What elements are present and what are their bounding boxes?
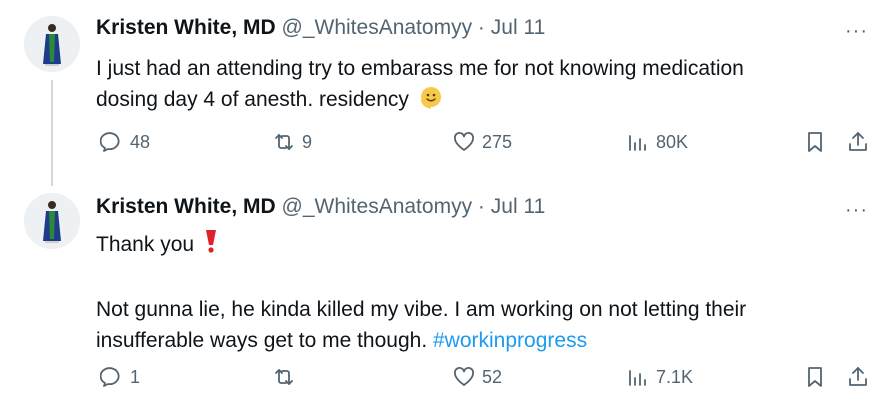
views-button[interactable]: 7.1K: [626, 365, 693, 389]
share-button[interactable]: [846, 365, 870, 389]
share-icon: [849, 132, 867, 151]
tweet-text-line: I just had an attending try to embarass …: [96, 57, 744, 80]
heart-icon: [454, 367, 474, 386]
tweet-date[interactable]: Jul 11: [491, 16, 545, 39]
tweet-text-line-with-hashtag: insufferable ways get to me though. #wor…: [96, 325, 746, 356]
like-count: 52: [482, 366, 503, 387]
share-icon: [849, 367, 867, 386]
tweet-text-line: dosing day 4 of anesth. residency: [96, 88, 409, 111]
author-name[interactable]: Kristen White, MD: [96, 195, 276, 218]
author-handle[interactable]: @_WhitesAnatomyy: [282, 195, 473, 218]
tweet-text-first-line: Thank you: [96, 228, 746, 263]
tweet-text-line: insufferable ways get to me though.: [96, 329, 428, 352]
reply-count: 48: [130, 131, 151, 152]
tweet-header: Kristen White, MD @_WhitesAnatomyy · Jul…: [96, 195, 545, 219]
tweet-1[interactable]: Kristen White, MD @_WhitesAnatomyy · Jul…: [0, 0, 890, 203]
analytics-icon: [629, 370, 646, 386]
repost-button[interactable]: [272, 365, 302, 389]
reply-button[interactable]: 48: [100, 130, 150, 154]
bookmark-icon: [808, 367, 822, 387]
like-button[interactable]: 275: [452, 130, 512, 154]
repost-icon: [275, 134, 293, 150]
views-button[interactable]: 80K: [626, 130, 688, 154]
more-options-icon[interactable]: ···: [845, 20, 868, 43]
bookmark-icon: [808, 132, 822, 152]
hashtag-link[interactable]: #workinprogress: [433, 329, 587, 352]
repost-button[interactable]: 9: [272, 130, 312, 154]
reply-button[interactable]: 1: [100, 365, 140, 389]
reply-count: 1: [130, 366, 141, 387]
repost-count: 9: [302, 131, 313, 152]
avatar[interactable]: [24, 193, 80, 249]
repost-icon: [275, 369, 293, 385]
smiling-face-emoji-icon: [419, 85, 443, 118]
tweet-actions: 48 9 275 80K: [0, 130, 890, 160]
author-name[interactable]: Kristen White, MD: [96, 16, 276, 39]
tweet-2[interactable]: Kristen White, MD @_WhitesAnatomyy · Jul…: [0, 187, 890, 414]
reply-icon: [100, 132, 120, 152]
view-count: 80K: [656, 131, 689, 152]
heart-icon: [454, 132, 474, 151]
share-button[interactable]: [846, 130, 870, 154]
view-count: 7.1K: [656, 366, 694, 387]
more-options-icon[interactable]: ···: [845, 199, 868, 222]
like-count: 275: [482, 131, 513, 152]
avatar-image: [24, 16, 80, 72]
separator: ·: [477, 16, 485, 39]
analytics-icon: [629, 135, 646, 151]
avatar-image: [24, 193, 80, 249]
bookmark-button[interactable]: [803, 365, 827, 389]
separator: ·: [477, 195, 485, 218]
tweet-text: Thank you Not gunna lie, he kinda killed…: [96, 228, 746, 356]
tweet-text-line-with-emoji: dosing day 4 of anesth. residency: [96, 84, 744, 118]
avatar[interactable]: [24, 16, 80, 72]
tweet-actions: 1 52 7.1K: [0, 365, 890, 395]
red-exclamation-emoji-icon: [202, 228, 220, 263]
author-handle[interactable]: @_WhitesAnatomyy: [282, 16, 473, 39]
like-button[interactable]: 52: [452, 365, 502, 389]
tweet-text-line: Not gunna lie, he kinda killed my vibe. …: [96, 298, 747, 321]
reply-icon: [100, 367, 120, 387]
tweet-date[interactable]: Jul 11: [491, 195, 545, 218]
tweet-text: I just had an attending try to embarass …: [96, 53, 744, 118]
tweet-text-line: Thank you: [96, 233, 195, 256]
tweet-header: Kristen White, MD @_WhitesAnatomyy · Jul…: [96, 16, 545, 40]
bookmark-button[interactable]: [803, 130, 827, 154]
